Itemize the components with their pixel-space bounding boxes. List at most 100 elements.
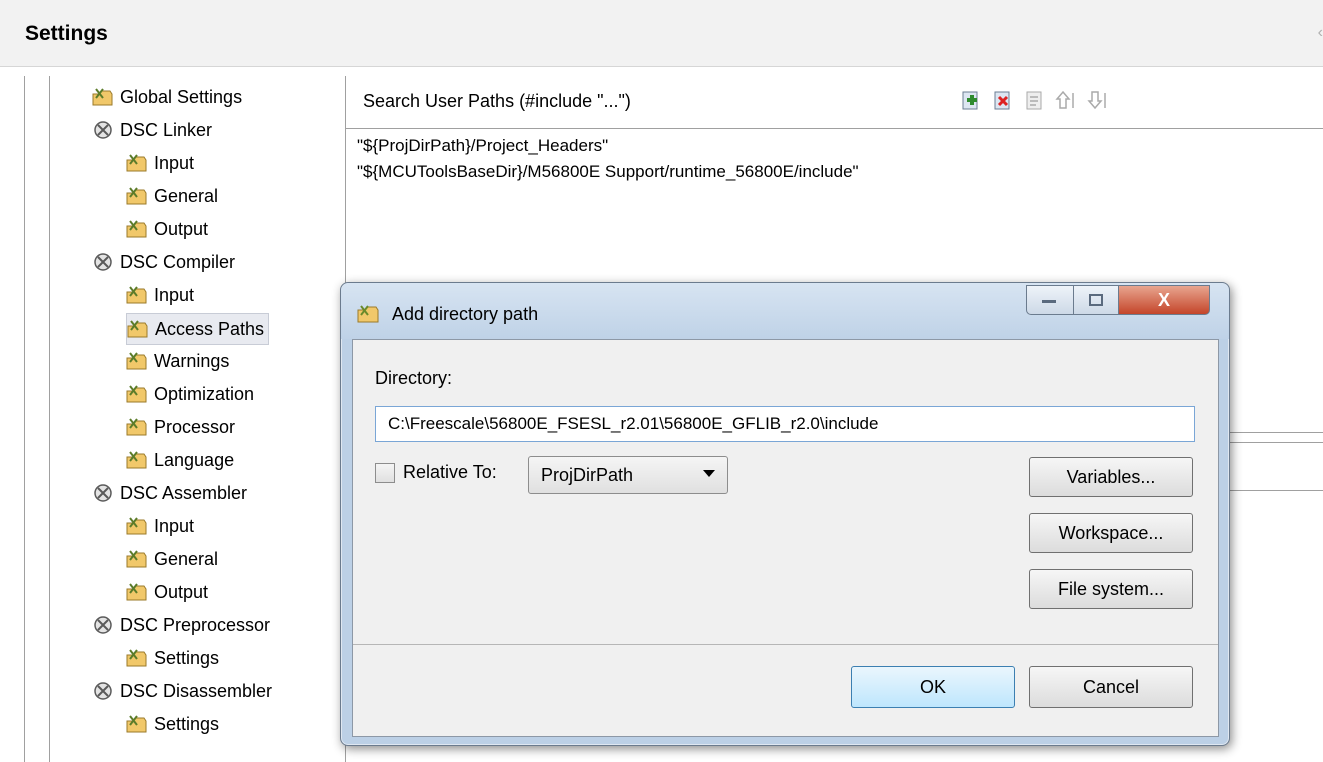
settings-page-icon [126,583,147,601]
settings-page-icon [126,451,147,469]
tool-group-icon [94,484,112,502]
panel-header: Search User Paths (#include "...") [346,76,1323,129]
tree-item-label: DSC Linker [120,119,213,140]
tool-group-icon [94,121,112,139]
tree-item-label: Settings [154,713,220,734]
tree-item-label: Processor [154,416,236,437]
dialog-body: Directory: Relative To: ProjDirPath Vari… [352,339,1219,737]
settings-page-icon [126,550,147,568]
tree-item-label: Settings [154,647,220,668]
move-up-icon [1055,90,1074,109]
delete-path-button[interactable] [990,88,1014,112]
tree-item[interactable]: Warnings [126,346,229,376]
tree-border [49,76,50,762]
tree-item[interactable]: Input [126,148,194,178]
minimize-button[interactable] [1026,285,1073,315]
move-down-icon [1087,91,1106,110]
relative-to-label: Relative To: [403,462,497,482]
tree-item[interactable]: General [126,544,218,574]
tree-item[interactable]: DSC Compiler [92,247,235,277]
tree-item-label: Output [154,218,209,239]
close-button[interactable]: X [1118,285,1210,315]
ok-button[interactable]: OK [851,666,1015,708]
relative-to-dropdown[interactable]: ProjDirPath [528,456,728,494]
directory-input[interactable] [375,406,1195,442]
file-system-button[interactable]: File system... [1029,569,1193,609]
tree-item-label: General [154,548,219,569]
settings-page-icon [126,649,147,667]
window-controls: X [1026,285,1210,315]
tree-item-label: Optimization [154,383,255,404]
tool-group-icon [94,253,112,271]
panel-toolbar [958,88,1110,112]
tree-item-label: DSC Assembler [120,482,248,503]
tree-item-label: DSC Compiler [120,251,236,272]
settings-page-icon [126,418,147,436]
settings-page-icon [126,220,147,238]
settings-page-icon [126,385,147,403]
tree-item-label: Warnings [154,350,230,371]
tree-item[interactable]: Language [126,445,234,475]
dialog-title: Add directory path [392,304,539,324]
tree-item-label: Input [154,284,195,305]
tree-item[interactable]: Settings [126,709,219,739]
maximize-button[interactable] [1073,285,1118,315]
tree-item[interactable]: Input [126,280,194,310]
tree-item[interactable]: General [126,181,218,211]
collapse-arrow-icon[interactable]: ‹ [1318,24,1323,42]
settings-page-icon [126,154,147,172]
maximize-icon [1089,294,1103,306]
tree-item[interactable]: Optimization [126,379,254,409]
tree-item-label: DSC Disassembler [120,680,273,701]
workspace-button[interactable]: Workspace... [1029,513,1193,553]
settings-page-icon [126,187,147,205]
delete-path-icon [994,91,1010,110]
tree-item[interactable]: Output [126,577,208,607]
add-path-button[interactable] [958,88,982,112]
relative-to-checkbox[interactable] [375,462,395,483]
add-directory-dialog: Add directory path X Directory: Relative… [340,282,1230,746]
tree-border [24,76,25,762]
settings-page-icon [126,286,147,304]
tree-item[interactable]: DSC Disassembler [92,676,272,706]
close-icon: X [1157,289,1170,310]
settings-page-icon [127,320,148,338]
list-item[interactable]: "${ProjDirPath}/Project_Headers" [357,136,608,156]
tree-item[interactable]: Global Settings [92,82,242,112]
add-path-icon [962,91,978,110]
tool-group-icon [94,616,112,634]
chevron-down-icon [703,470,715,477]
tree-item-label: DSC Preprocessor [120,614,271,635]
tree-item-label: Input [154,515,195,536]
settings-page-icon [92,88,113,106]
variables-button[interactable]: Variables... [1029,457,1193,497]
tree-item[interactable]: Access Paths [126,313,270,345]
tree-item[interactable]: DSC Linker [92,115,212,145]
tree-item[interactable]: Settings [126,643,219,673]
tree-item-label: Output [154,581,209,602]
list-item[interactable]: "${MCUToolsBaseDir}/M56800E Support/runt… [357,162,859,182]
tool-group-icon [94,682,112,700]
dialog-footer-divider [353,644,1218,645]
directory-label: Directory: [375,368,453,388]
tree-item[interactable]: Output [126,214,208,244]
move-up-button[interactable] [1054,88,1078,112]
tree-item[interactable]: Input [126,511,194,541]
dialog-titlebar[interactable]: Add directory path X [341,283,1229,339]
tree-item-label: Input [154,152,195,173]
tree-item-label: Access Paths [155,318,265,339]
move-down-button[interactable] [1086,88,1110,112]
page-title: Settings [25,22,108,45]
tree-item-label: Language [154,449,235,470]
settings-page-icon [126,715,147,733]
tree-item-label: General [154,185,219,206]
edit-path-button[interactable] [1022,88,1046,112]
settings-header: Settings ‹ [0,0,1323,67]
tree-item[interactable]: DSC Preprocessor [92,610,270,640]
settings-page-icon [126,517,147,535]
tree-item-label: Global Settings [120,86,243,107]
tree-item[interactable]: DSC Assembler [92,478,247,508]
cancel-button[interactable]: Cancel [1029,666,1193,708]
folder-tool-icon [357,305,379,323]
tree-item[interactable]: Processor [126,412,235,442]
